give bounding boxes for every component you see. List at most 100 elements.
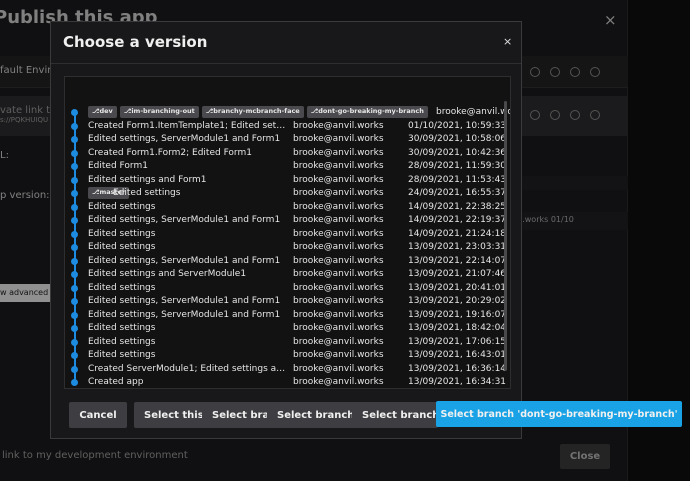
commit-author: brooke@anvil.works — [293, 323, 384, 333]
commit-dot — [71, 379, 78, 386]
commit-author: brooke@anvil.works — [293, 336, 384, 347]
select-branch-button-1[interactable]: Select bran — [202, 402, 270, 428]
commit-author: brooke@anvil.works — [293, 201, 384, 212]
commit-author: brooke@anvil.works — [293, 161, 384, 171]
commit-date: 30/09/2021, 10:42:36 — [408, 147, 507, 158]
commit-author: brooke@anvil.works — [293, 134, 384, 144]
cancel-button[interactable]: Cancel — [69, 402, 127, 428]
commit-row[interactable]: Edited settings and Form1 brooke@anvil.wo… — [65, 174, 507, 188]
commit-date: 13/09/2021, 17:06:15 — [408, 336, 507, 347]
commit-date: 14/09/2021, 22:19:37 — [408, 215, 507, 225]
commit-message: Created Form1.Form2; Edited Form1 — [88, 147, 252, 158]
commit-row[interactable]: Edited settings, ServerModule1 and Form1… — [65, 309, 507, 323]
commit-author: brooke@anvil.works — [293, 269, 384, 279]
commit-message: Edited settings — [113, 188, 181, 198]
commit-row[interactable]: Created Form1.Form2; Edited Form1 brooke@… — [65, 147, 507, 161]
commit-date: 13/09/2021, 16:34:31 — [408, 377, 507, 387]
commit-author: brooke@anvil.works — [436, 107, 510, 117]
commit-date: 13/09/2021, 21:07:46 — [408, 269, 507, 279]
commit-author: brooke@anvil.works — [293, 377, 384, 387]
commit-row[interactable]: Edited settings brooke@anvil.works 14/09/2… — [65, 228, 506, 242]
commit-dot — [71, 271, 78, 278]
commit-dot — [71, 311, 78, 319]
commit-row[interactable]: Edited settings, ServerModule1 and Form1… — [65, 133, 507, 147]
commit-row[interactable]: Edited settings brooke@anvil.works 13/09/2… — [65, 322, 507, 336]
commit-author: brooke@anvil.works — [293, 242, 384, 252]
commit-row[interactable]: Edited settings brooke@anvil.works 13/09/2… — [65, 336, 507, 350]
commit-row[interactable]: masterEdited settingsbrooke@anvil.works2… — [65, 187, 507, 201]
commit-date: 24/09/2021, 16:55:37 — [408, 188, 507, 198]
modal-title: Choose a version — [63, 33, 208, 51]
select-this-commit-button[interactable]: Select this c — [134, 402, 206, 428]
commit-row[interactable]: Edited settings, ServerModule1 and Form1… — [65, 214, 507, 228]
commit-dot — [71, 122, 78, 130]
commit-message: Edited settings, ServerModule1 and Form1 — [88, 134, 281, 144]
commit-message: Edited settings — [88, 350, 156, 360]
commit-row[interactable]: Created Form1.ItemTemplate1; Edited sett… — [65, 120, 507, 134]
commit-author: brooke@anvil.works — [293, 120, 384, 131]
commit-author: brooke@anvil.works — [293, 350, 384, 360]
commit-row[interactable]: Edited settings brooke@anvil.works 13/09/2… — [65, 241, 507, 255]
commit-row[interactable]: Edited settings, ServerModule1 and Form1… — [65, 255, 507, 269]
commit-row[interactable]: devim-branching-outbranchy-mcbranch-face… — [65, 106, 510, 120]
commit-dot — [71, 163, 78, 170]
commit-message: Edited settings — [88, 323, 156, 333]
commit-dot — [71, 176, 78, 184]
commit-date: 30/09/2021, 10:58:06 — [408, 134, 507, 144]
commit-date: 13/09/2021, 16:36:14 — [408, 363, 507, 374]
branch-tag: branchy-mcbranch-face — [201, 106, 304, 118]
commit-row[interactable]: Edited Form1 brooke@anvil.works 28/09/2021… — [65, 160, 507, 174]
select-branch-button-2[interactable]: Select branch 'i — [267, 402, 355, 428]
commit-date: 28/09/2021, 11:59:30 — [408, 161, 507, 171]
commit-dot — [71, 109, 78, 116]
commit-message: Created Form1.ItemTemplate1; Edited sett… — [88, 120, 288, 131]
commit-date: 13/09/2021, 23:03:31 — [408, 242, 507, 252]
commit-author: brooke@anvil.works — [293, 174, 384, 185]
commit-dot — [71, 244, 78, 251]
commit-author: brooke@anvil.works — [293, 309, 384, 320]
select-branch-button-3[interactable]: Select branch 'b — [352, 402, 438, 428]
commit-date: 14/09/2021, 22:38:25 — [408, 201, 507, 212]
version-list[interactable]: devim-branching-outbranchy-mcbranch-face… — [64, 76, 511, 389]
commit-date: 13/09/2021, 22:14:07 — [408, 255, 507, 266]
commit-dot — [71, 338, 78, 346]
commit-message: Edited settings — [88, 242, 156, 252]
commit-date: 13/09/2021, 19:16:07 — [408, 309, 507, 320]
commit-message: Edited settings, ServerModule1 and Form1 — [88, 255, 281, 266]
scrollbar[interactable] — [504, 101, 507, 371]
commit-message: Edited Form1 — [88, 161, 148, 171]
commit-date: 28/09/2021, 11:53:43 — [408, 174, 507, 185]
commit-author: brooke@anvil.works — [293, 228, 384, 239]
commit-date: 01/10/2021, 10:59:33 — [408, 120, 507, 131]
commit-dot — [71, 136, 78, 143]
commit-row[interactable]: Edited settings brooke@anvil.works 13/09/2… — [65, 282, 507, 296]
commit-message: Edited settings — [88, 201, 156, 212]
commit-date: 13/09/2021, 20:41:01 — [408, 282, 507, 293]
commit-row[interactable]: Edited settings and ServerModule1 brooke@… — [65, 268, 507, 282]
commit-dot — [71, 298, 78, 305]
commit-row[interactable]: Edited settings, ServerModule1 and Form1… — [65, 295, 507, 309]
commit-row[interactable]: Created app brooke@anvil.works 13/09/2021,… — [65, 376, 507, 388]
commit-dot — [71, 203, 78, 211]
commit-dot — [71, 217, 78, 224]
close-icon[interactable]: × — [503, 35, 512, 48]
commit-dot — [71, 190, 78, 197]
commit-dot — [71, 284, 78, 292]
commit-row[interactable]: Created ServerModule1; Edited settings a… — [65, 363, 507, 377]
commit-message: Edited settings — [88, 282, 156, 293]
branch-tags: devim-branching-outbranchy-mcbranch-face… — [88, 106, 428, 118]
select-branch-primary-button[interactable]: Select branch 'dont-go-breaking-my-branc… — [436, 401, 682, 427]
commit-author: brooke@anvil.works — [293, 255, 384, 266]
commit-dot — [71, 230, 78, 238]
commit-message: Edited settings, ServerModule1 and Form1 — [88, 296, 281, 306]
commit-row[interactable]: Edited settings brooke@anvil.works 13/09/2… — [65, 349, 507, 363]
commit-row[interactable]: Edited settings brooke@anvil.works 14/09/2… — [65, 201, 507, 215]
commit-date: 13/09/2021, 18:42:04 — [408, 323, 507, 333]
commit-date: 13/09/2021, 16:43:01 — [408, 350, 507, 360]
commit-dot — [71, 149, 78, 157]
commit-date: 13/09/2021, 20:29:02 — [408, 296, 507, 306]
commit-message: Edited settings and ServerModule1 — [88, 269, 247, 279]
commit-message: Created ServerModule1; Edited settings a… — [88, 363, 288, 374]
commit-dot — [71, 352, 78, 359]
commit-author: brooke@anvil.works — [293, 147, 384, 158]
